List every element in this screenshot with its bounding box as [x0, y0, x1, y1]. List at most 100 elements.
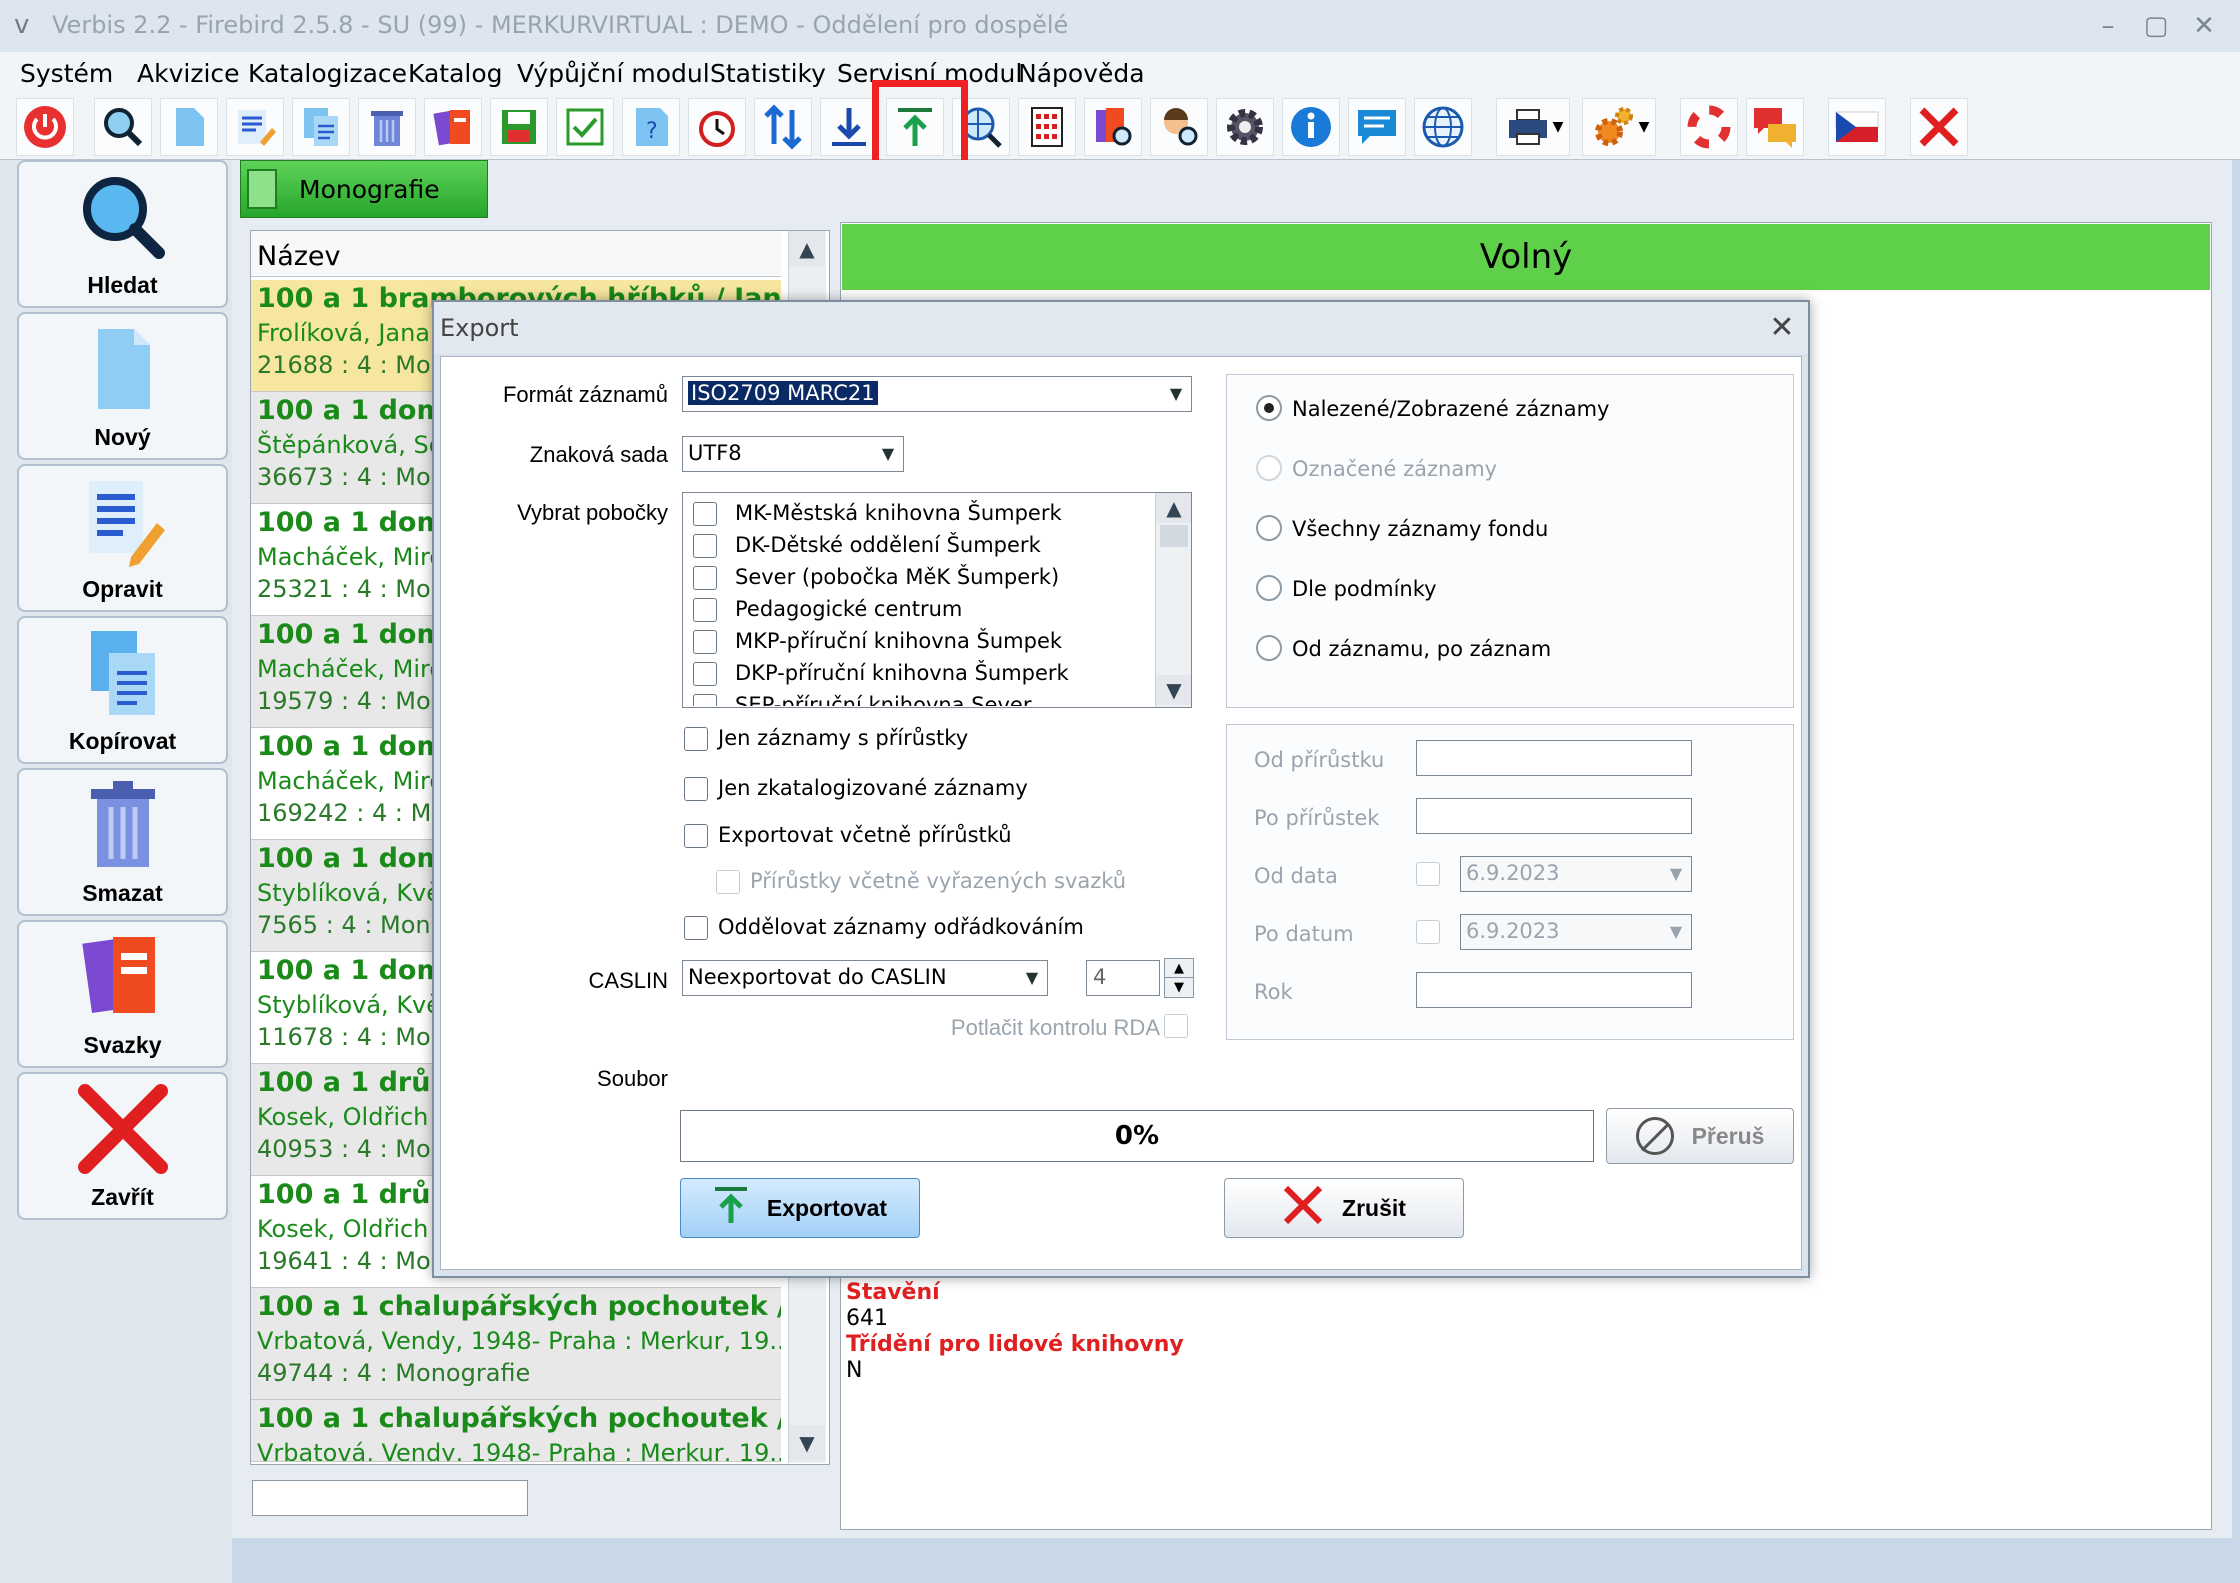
volumes-icon[interactable] [424, 98, 482, 156]
caslin-number-input[interactable]: 4 [1086, 960, 1160, 996]
dialog-close-icon[interactable]: ✕ [1762, 308, 1802, 348]
accessions-only-checkbox[interactable] [684, 727, 708, 751]
branch-item[interactable]: DK-Dětské oddělení Šumperk [691, 530, 1151, 562]
message-icon[interactable] [1348, 98, 1406, 156]
settings-icon[interactable] [1216, 98, 1274, 156]
volumes-button[interactable]: Svazky [17, 920, 228, 1068]
abort-button[interactable]: Přeruš [1606, 1108, 1794, 1164]
edit-icon[interactable] [226, 98, 284, 156]
copy-icon[interactable] [292, 98, 350, 156]
list-header[interactable]: Název [251, 231, 781, 277]
list-filter-input[interactable] [252, 1480, 528, 1516]
czech-flag-icon[interactable] [1828, 98, 1886, 156]
cataloged-only-checkbox[interactable] [684, 777, 708, 801]
export-button[interactable]: Exportovat [680, 1178, 920, 1238]
branch-item[interactable]: DKP-příruční knihovna Šumperk [691, 658, 1151, 690]
radio-found-records[interactable] [1256, 395, 1282, 421]
from-date-checkbox[interactable] [1416, 862, 1440, 886]
menu-cataloging[interactable]: Katalogizace [248, 59, 407, 88]
to-date-checkbox[interactable] [1416, 920, 1440, 944]
menu-system[interactable]: Systém [20, 59, 113, 88]
branches-list[interactable]: MK-Městská knihovna Šumperk DK-Dětské od… [682, 492, 1192, 708]
stepper-up-icon[interactable]: ▲ [1165, 959, 1193, 978]
branch-item[interactable]: Pedagogické centrum [691, 594, 1151, 626]
close-icon[interactable] [1910, 98, 1968, 156]
close-button[interactable]: Zavřít [17, 1072, 228, 1220]
scroll-down-icon[interactable]: ▼ [1156, 675, 1191, 705]
branch-checkbox[interactable] [693, 566, 717, 590]
menu-help[interactable]: Nápověda [1018, 59, 1145, 88]
branch-item[interactable]: Sever (pobočka MěK Šumperk) [691, 562, 1151, 594]
search-icon[interactable] [94, 98, 152, 156]
sort-icon[interactable] [754, 98, 812, 156]
lifebuoy-icon[interactable] [1680, 98, 1738, 156]
year-input[interactable] [1416, 972, 1692, 1008]
to-date-picker[interactable]: 6.9.2023 ▼ [1460, 914, 1692, 950]
from-date-picker[interactable]: 6.9.2023 ▼ [1460, 856, 1692, 892]
list-item[interactable]: 100 a 1 chalupářských pochoutek / V... V… [251, 1288, 781, 1400]
branch-checkbox[interactable] [693, 694, 717, 706]
window-close-icon[interactable]: ✕ [2184, 6, 2224, 46]
alarm-icon[interactable] [688, 98, 746, 156]
branch-item[interactable]: MK-Městská knihovna Šumperk [691, 498, 1151, 530]
scroll-up-icon[interactable]: ▲ [789, 231, 825, 267]
save-icon[interactable] [490, 98, 548, 156]
edit-button[interactable]: Opravit [17, 464, 228, 612]
branch-checkbox[interactable] [693, 662, 717, 686]
branch-checkbox[interactable] [693, 534, 717, 558]
copy-button[interactable]: Kopírovat [17, 616, 228, 764]
menu-acquisition[interactable]: Akvizice [137, 59, 240, 88]
branches-scrollbar[interactable]: ▲ ▼ [1155, 493, 1191, 707]
window-title: Verbis 2.2 - Firebird 2.5.8 - SU (99) - … [52, 11, 1069, 39]
menu-catalog[interactable]: Katalog [408, 59, 503, 88]
branch-checkbox[interactable] [693, 598, 717, 622]
help-icon[interactable]: ? [622, 98, 680, 156]
cancel-button[interactable]: Zrušit [1224, 1178, 1464, 1238]
book-search-icon[interactable] [1084, 98, 1142, 156]
radio-marked-records[interactable] [1256, 455, 1282, 481]
search-button[interactable]: Hledat [17, 160, 228, 308]
caslin-select[interactable]: Neexportovat do CASLIN ▼ [682, 960, 1048, 996]
print-icon[interactable]: ▼ [1496, 98, 1570, 156]
export-accessions-checkbox[interactable] [684, 824, 708, 848]
new-button[interactable]: Nový [17, 312, 228, 460]
minimize-icon[interactable]: – [2088, 6, 2128, 46]
caslin-stepper[interactable]: ▲ ▼ [1164, 958, 1194, 998]
globe-icon[interactable] [1414, 98, 1472, 156]
to-accession-input[interactable] [1416, 798, 1692, 834]
info-icon[interactable] [1282, 98, 1340, 156]
separate-records-checkbox[interactable] [684, 916, 708, 940]
chat-icon[interactable] [1746, 98, 1804, 156]
tab-monografie[interactable]: Monografie [240, 160, 488, 218]
branch-checkbox[interactable] [693, 502, 717, 526]
list-item[interactable]: 100 a 1 chalupářských pochoutek / V... V… [251, 1400, 781, 1462]
format-select[interactable]: ISO2709 MARC21 ▼ [682, 376, 1192, 412]
power-icon[interactable] [16, 98, 74, 156]
trash-icon[interactable] [358, 98, 416, 156]
rda-checkbox[interactable] [1164, 1014, 1188, 1038]
new-document-icon[interactable] [160, 98, 218, 156]
import-icon[interactable] [820, 98, 878, 156]
menu-circulation[interactable]: Výpůjční modul [517, 59, 710, 88]
radio-all-records[interactable] [1256, 515, 1282, 541]
scroll-up-icon[interactable]: ▲ [1156, 493, 1191, 523]
delete-button[interactable]: Smazat [17, 768, 228, 916]
user-search-icon[interactable] [1150, 98, 1208, 156]
calculator-icon[interactable] [1018, 98, 1076, 156]
scroll-thumb[interactable] [1160, 525, 1188, 547]
status-banner: Volný [842, 224, 2210, 290]
discarded-volumes-checkbox[interactable] [716, 870, 740, 894]
check-icon[interactable] [556, 98, 614, 156]
branch-checkbox[interactable] [693, 630, 717, 654]
radio-range[interactable] [1256, 635, 1282, 661]
scroll-down-icon[interactable]: ▼ [789, 1425, 825, 1461]
from-accession-input[interactable] [1416, 740, 1692, 776]
menu-statistics[interactable]: Statistiky [710, 59, 826, 88]
radio-condition[interactable] [1256, 575, 1282, 601]
plugins-icon[interactable]: ▼ [1582, 98, 1656, 156]
maximize-icon[interactable]: ▢ [2136, 6, 2176, 46]
branch-item[interactable]: MKP-příruční knihovna Šumpek [691, 626, 1151, 658]
charset-select[interactable]: UTF8 ▼ [682, 436, 904, 472]
branch-item[interactable]: SEP-příruční knihovna Sever [691, 690, 1151, 706]
stepper-down-icon[interactable]: ▼ [1165, 978, 1193, 997]
